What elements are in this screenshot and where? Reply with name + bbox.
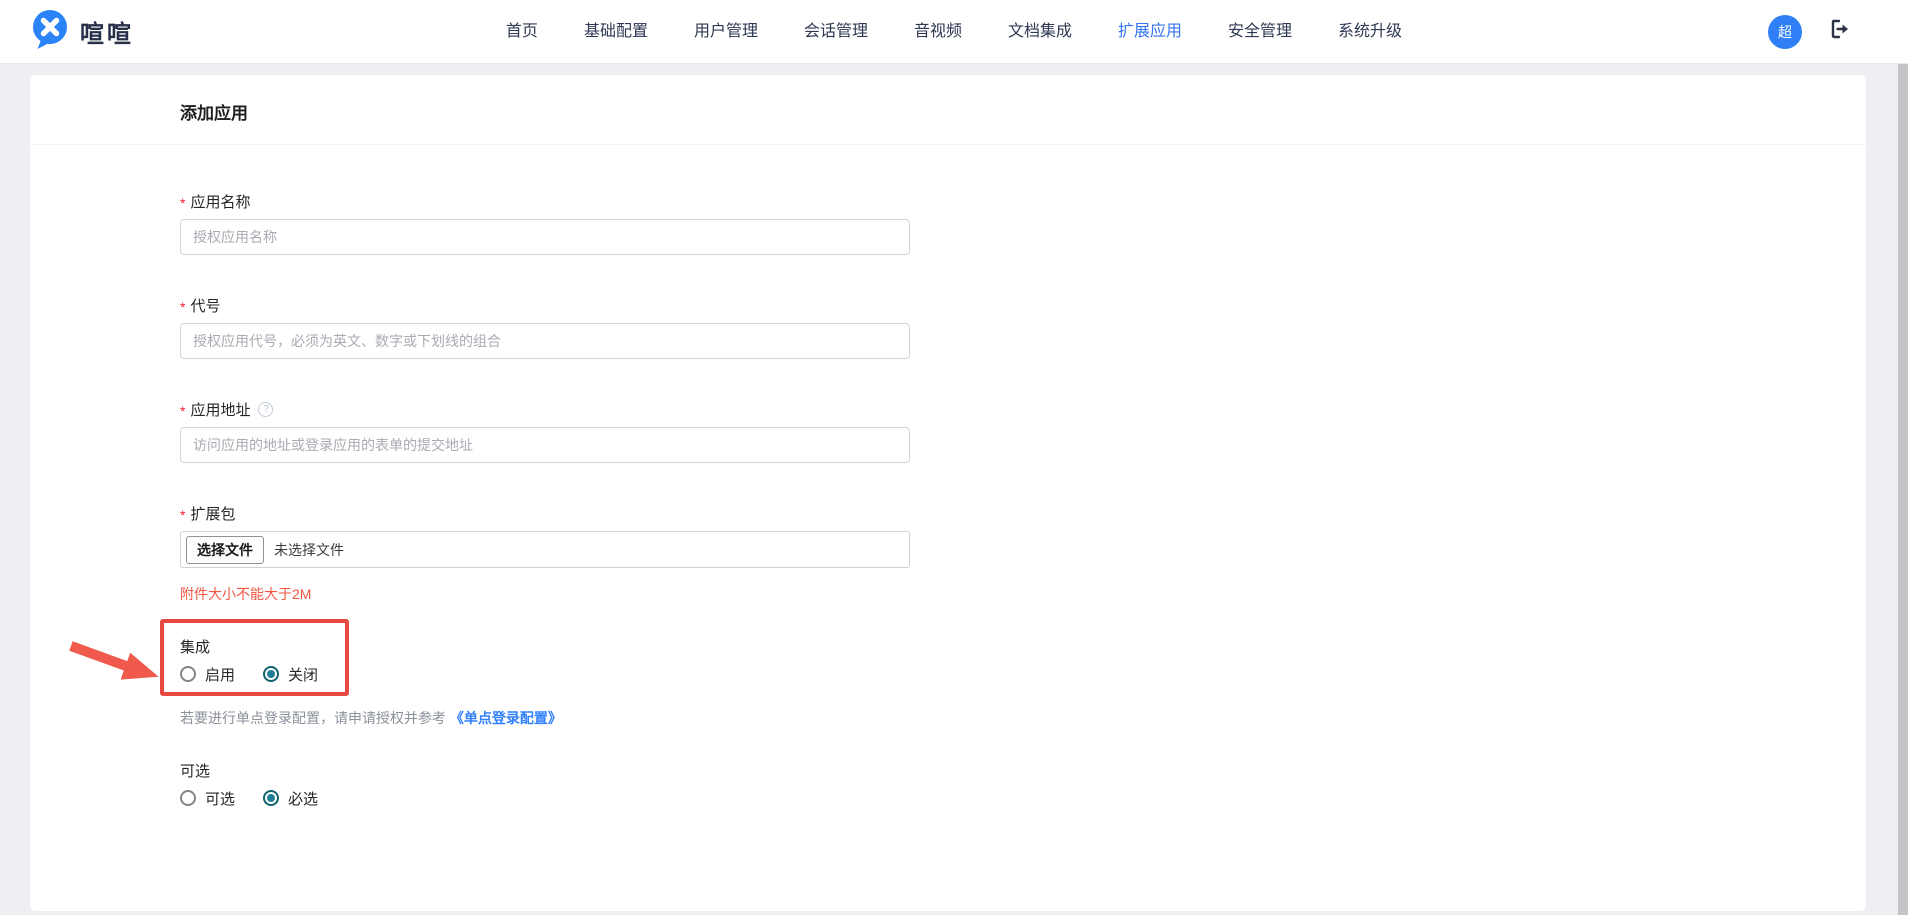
nav-item-security[interactable]: 安全管理 [1228,0,1292,63]
radio-checked-icon [263,666,280,682]
radio-unchecked-icon [180,790,196,806]
annotation-arrow-icon [69,641,159,680]
choose-file-button[interactable]: 选择文件 [186,535,264,564]
form-actions: 保存 返回 [30,848,1866,915]
logout-icon [1828,17,1852,46]
nav-item-doc-integration[interactable]: 文档集成 [1008,0,1072,63]
app-name-input[interactable] [180,219,910,255]
page-title: 添加应用 [180,104,248,123]
optional-label: 可选 [180,762,211,780]
brand-logo[interactable]: 喧喧 [30,8,134,55]
required-asterisk: * [180,507,186,523]
file-status-text: 未选择文件 [274,541,344,558]
top-navbar: 喧喧 首页 基础配置 用户管理 会话管理 音视频 文档集成 扩展应用 安全管理 … [0,0,1908,63]
logout-button[interactable] [1828,17,1852,46]
card-header: 添加应用 [30,75,1866,145]
content-card: 添加应用 * 应用名称 * 代号 * 应用地址 ? [30,75,1866,911]
field-app-url: * 应用地址 ? [180,399,910,463]
brand-name: 喧喧 [80,21,134,48]
radio-checked-icon [263,790,280,806]
page-scrollbar[interactable] [1898,42,1908,915]
code-input[interactable] [180,323,910,359]
package-size-note: 附件大小不能大于2M [180,586,312,602]
integration-radio-group: 启用 关闭 [180,664,910,684]
radio-required[interactable]: 必选 [263,788,318,809]
required-asterisk: * [180,403,186,419]
radio-optional[interactable]: 可选 [180,788,235,809]
nav-item-basic-config[interactable]: 基础配置 [584,0,648,63]
nav-item-session-management[interactable]: 会话管理 [804,0,868,63]
code-label: * 代号 [180,297,221,315]
field-code: * 代号 [180,295,910,359]
sso-config-link[interactable]: 《单点登录配置》 [450,710,562,726]
field-integration: 集成 启用 关闭 [69,619,910,696]
radio-unchecked-icon [180,666,196,682]
integration-label: 集成 [180,638,211,656]
help-icon[interactable]: ? [258,401,274,417]
field-app-name: * 应用名称 [180,191,910,255]
nav-item-user-management[interactable]: 用户管理 [694,0,758,63]
radio-integration-disable[interactable]: 关闭 [263,664,318,685]
app-name-label: * 应用名称 [180,193,251,211]
optional-radio-group: 可选 必选 [180,788,910,808]
field-package: * 扩展包 选择文件 未选择文件 [180,503,910,568]
nav-item-home[interactable]: 首页 [506,0,538,63]
app-url-label: * 应用地址 ? [180,399,910,419]
app-logo-icon [30,8,70,55]
nav-item-system-upgrade[interactable]: 系统升级 [1338,0,1402,63]
main-nav: 首页 基础配置 用户管理 会话管理 音视频 文档集成 扩展应用 安全管理 系统升… [506,0,1402,63]
package-label: * 扩展包 [180,505,236,523]
user-avatar[interactable]: 超 [1768,14,1802,49]
required-asterisk: * [180,299,186,315]
navbar-right: 超 [1768,14,1878,49]
add-application-form: * 应用名称 * 代号 * 应用地址 ? * 扩展 [30,145,1866,915]
field-optional: 可选 可选 必选 [180,760,910,808]
nav-item-audio-video[interactable]: 音视频 [914,0,962,63]
package-file-input[interactable]: 选择文件 未选择文件 [180,531,910,568]
required-asterisk: * [180,195,186,211]
radio-integration-enable[interactable]: 启用 [180,664,235,685]
app-url-input[interactable] [180,427,910,463]
sso-helper-text: 若要进行单点登录配置，请申请授权并参考 《单点登录配置》 [180,710,562,726]
nav-item-extensions[interactable]: 扩展应用 [1118,0,1182,63]
